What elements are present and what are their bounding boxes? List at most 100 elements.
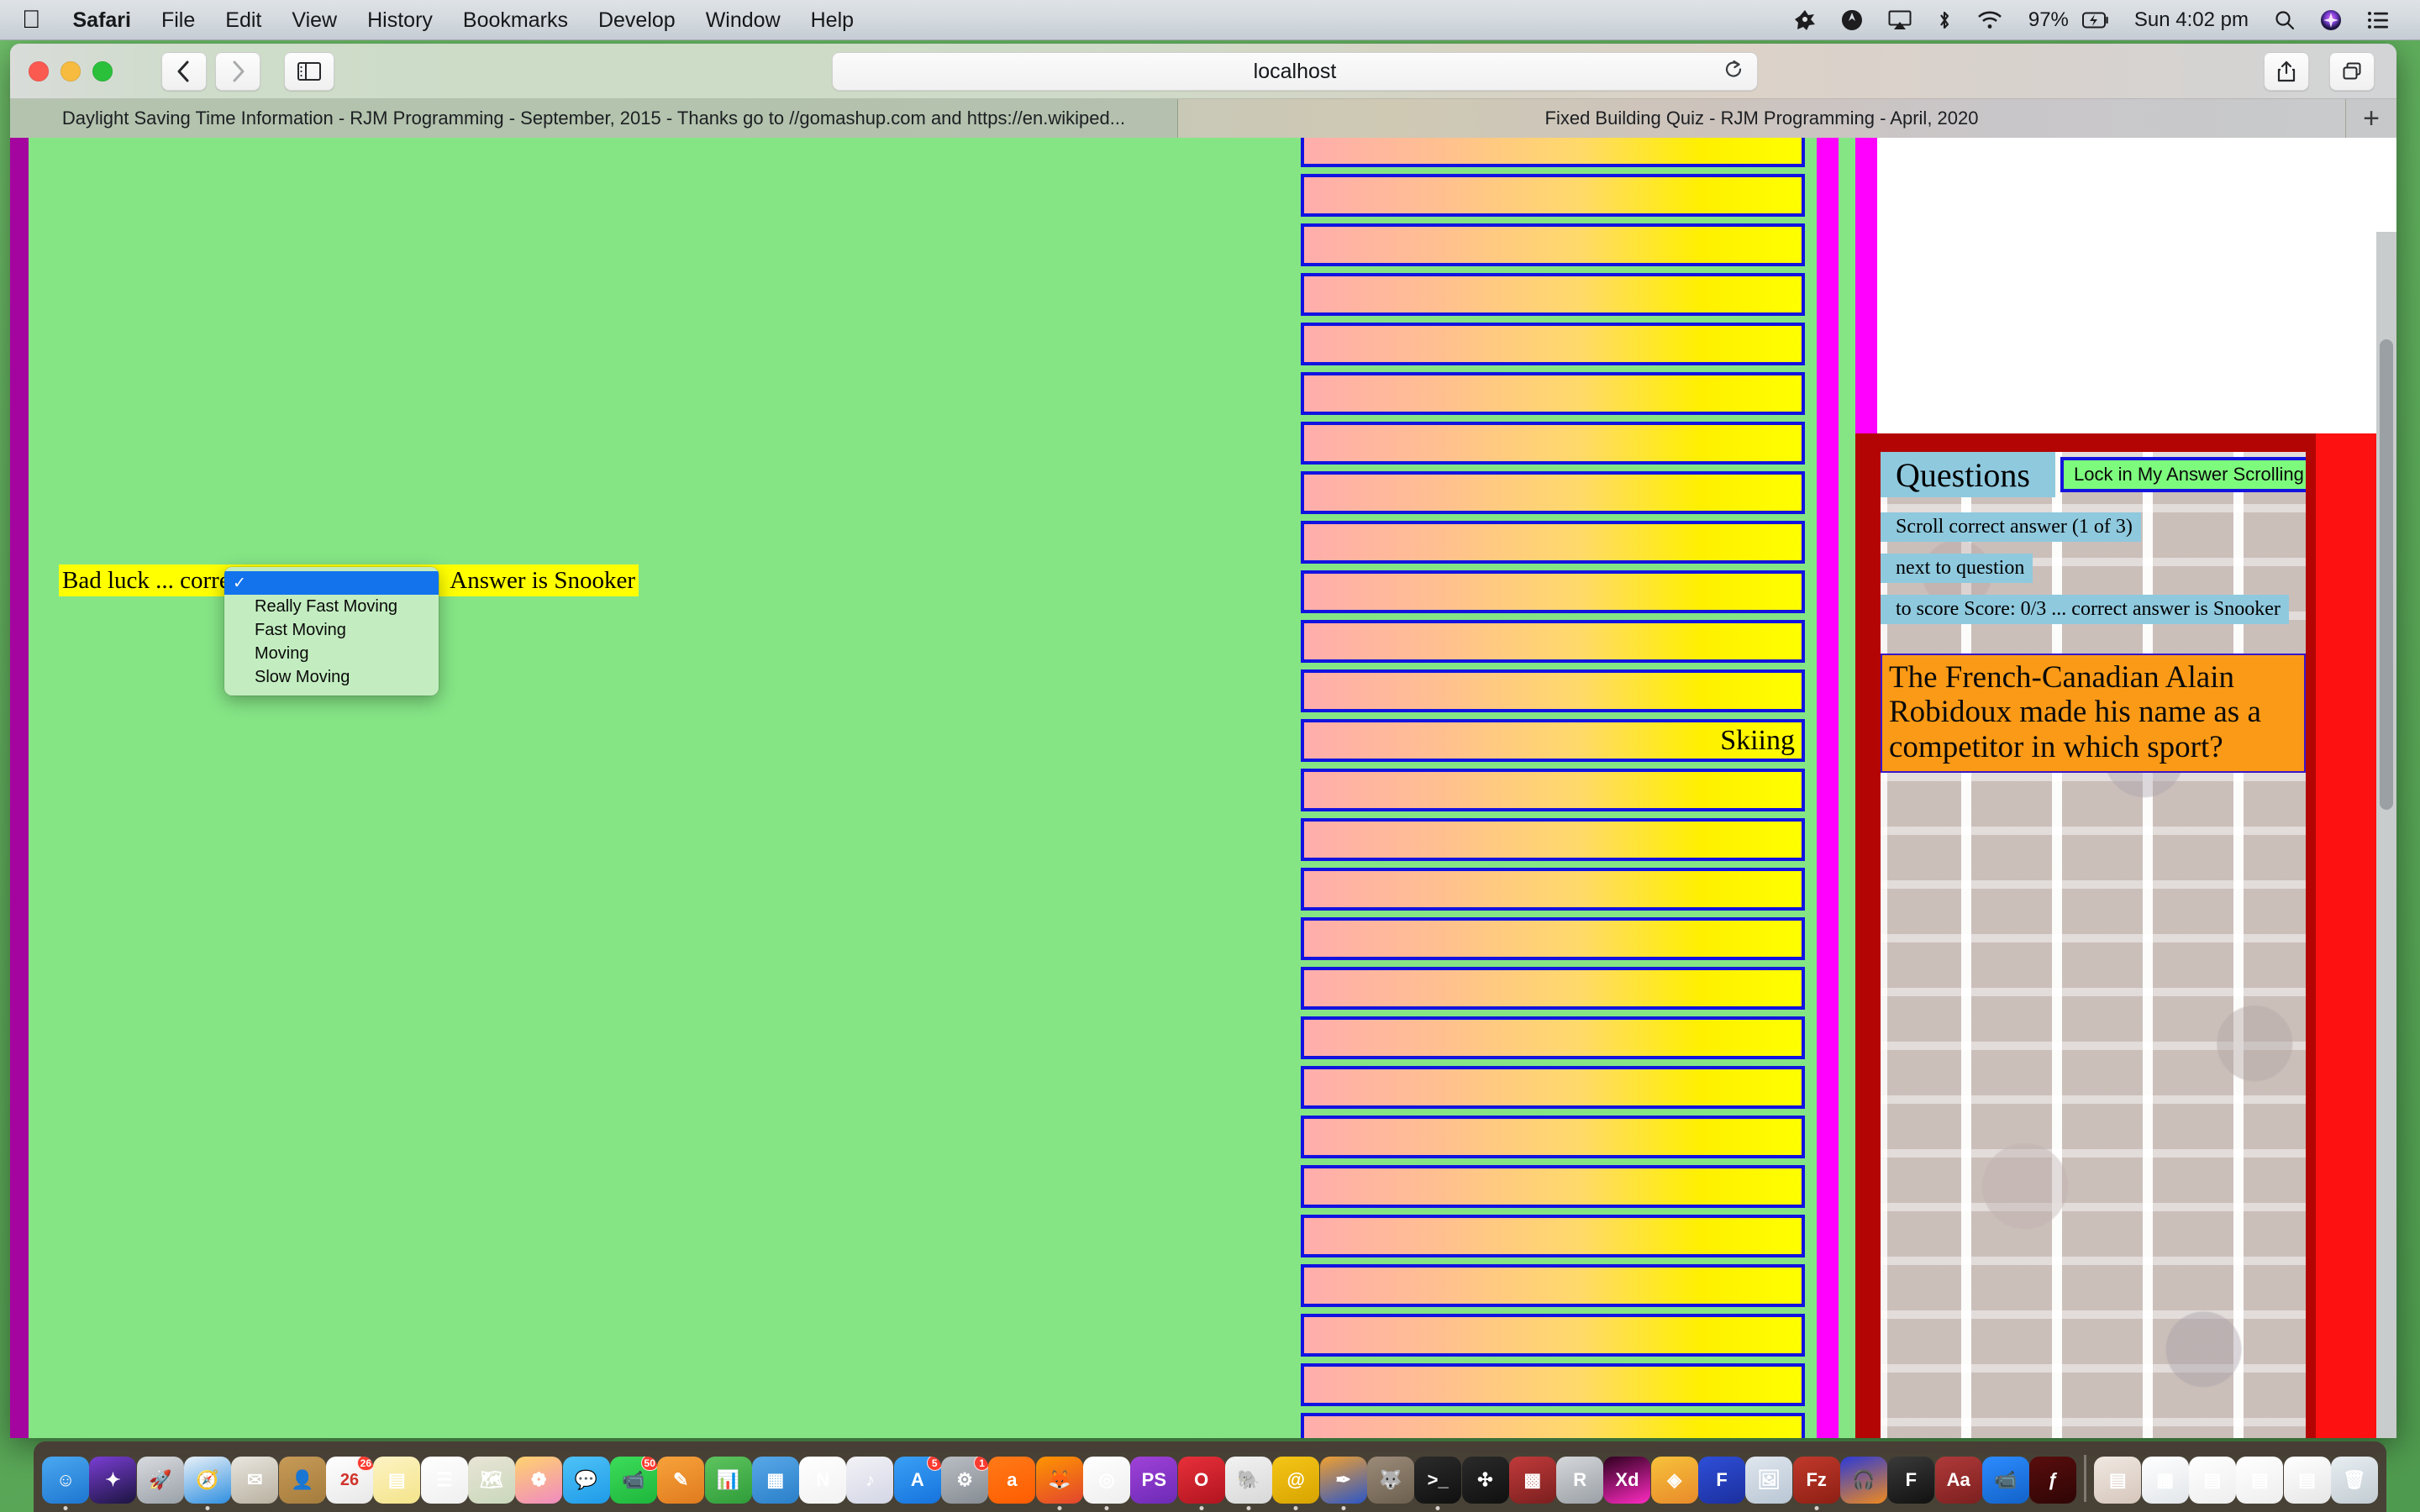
wifi-icon[interactable] bbox=[1965, 0, 2015, 40]
dock-item-reminders[interactable]: ☰ bbox=[420, 1452, 468, 1512]
answer-slot[interactable] bbox=[1301, 917, 1805, 960]
bluetooth-icon[interactable] bbox=[1924, 0, 1965, 40]
menu-item-develop[interactable]: Develop bbox=[583, 0, 691, 40]
dock-item-wolfram[interactable]: @ bbox=[1272, 1452, 1320, 1512]
dock-item-sketch[interactable]: ◈ bbox=[1650, 1452, 1698, 1512]
answer-slot[interactable] bbox=[1301, 620, 1805, 663]
control-center-icon[interactable] bbox=[2354, 0, 2402, 40]
back-button[interactable] bbox=[161, 52, 207, 91]
dock-item-filezilla[interactable]: Fz bbox=[1792, 1452, 1840, 1512]
airplay-icon[interactable] bbox=[1876, 0, 1924, 40]
answer-slot[interactable] bbox=[1301, 1066, 1805, 1109]
answer-slot[interactable] bbox=[1301, 372, 1805, 415]
dock-item-pages[interactable]: ✎ bbox=[657, 1452, 705, 1512]
dock-item-chrome-doc-2[interactable]: ▤ bbox=[2236, 1452, 2284, 1512]
dock-item-spreadsheet-doc[interactable]: ▦ bbox=[2141, 1452, 2189, 1512]
answer-slot[interactable] bbox=[1301, 138, 1805, 167]
dock-item-preview[interactable]: 🖼 bbox=[1745, 1452, 1793, 1512]
page-scrollbar-thumb[interactable] bbox=[2380, 339, 2393, 810]
dock-item-appstore[interactable]: A5 bbox=[893, 1452, 941, 1512]
dock-item-chrome[interactable]: ◎ bbox=[1083, 1452, 1131, 1512]
answer-slot[interactable] bbox=[1301, 1413, 1805, 1438]
dock-item-flash[interactable]: ƒ bbox=[2029, 1452, 2077, 1512]
dock-item-evernote[interactable]: 🐘 bbox=[1224, 1452, 1272, 1512]
popup-option-fast-moving[interactable]: Fast Moving bbox=[224, 618, 439, 642]
apple-logo-icon[interactable]:  bbox=[18, 2, 58, 39]
popup-option-blank[interactable]: ✓ bbox=[224, 571, 439, 595]
answer-slot[interactable]: Skiing bbox=[1301, 719, 1805, 762]
minimize-window-button[interactable] bbox=[60, 61, 81, 81]
answer-slot[interactable] bbox=[1301, 471, 1805, 514]
menu-item-safari[interactable]: Safari bbox=[58, 0, 146, 40]
menu-item-window[interactable]: Window bbox=[691, 0, 796, 40]
answer-slot[interactable] bbox=[1301, 174, 1805, 217]
dock-item-dictionary[interactable]: Aa bbox=[1934, 1452, 1982, 1512]
dock-item-editor-doc[interactable]: ▤ bbox=[2283, 1452, 2331, 1512]
share-button[interactable] bbox=[2264, 52, 2309, 91]
dock-item-contacts[interactable]: 👤 bbox=[278, 1452, 326, 1512]
dock-item-firefox[interactable]: 🦊 bbox=[1035, 1452, 1083, 1512]
dock-item-keynote[interactable]: ▦ bbox=[751, 1452, 799, 1512]
answer-slot[interactable] bbox=[1301, 1016, 1805, 1059]
maximize-window-button[interactable] bbox=[92, 61, 113, 81]
popup-option-really-fast-moving[interactable]: Really Fast Moving bbox=[224, 595, 439, 618]
menu-item-view[interactable]: View bbox=[276, 0, 352, 40]
dock-item-phpstorm[interactable]: PS bbox=[1130, 1452, 1178, 1512]
popup-option-slow-moving[interactable]: Slow Moving bbox=[224, 665, 439, 689]
dock-item-system-preferences[interactable]: ⚙ 1 bbox=[941, 1452, 989, 1512]
answer-slot[interactable] bbox=[1301, 868, 1805, 911]
dock-item-photos[interactable]: ❁ bbox=[515, 1452, 563, 1512]
dock-item-brick-doc[interactable]: ▤ bbox=[2094, 1452, 2142, 1512]
dock-item-sketchbook[interactable]: ✒ bbox=[1319, 1452, 1367, 1512]
dock-item-news[interactable]: N bbox=[799, 1452, 847, 1512]
battery-charging-icon[interactable] bbox=[2081, 0, 2121, 40]
dock-item-facetime[interactable]: 📹 50 bbox=[609, 1452, 657, 1512]
show-all-tabs-button[interactable] bbox=[2329, 52, 2375, 91]
dock-item-gimp[interactable]: 🐺 bbox=[1366, 1452, 1414, 1512]
tab-fixed-building-quiz[interactable]: Fixed Building Quiz - RJM Programming - … bbox=[1178, 99, 2346, 138]
page-scrollbar-track[interactable] bbox=[2376, 232, 2396, 1438]
lock-in-answer-button[interactable]: Lock in My Answer Scrolling bbox=[2060, 457, 2306, 492]
answer-slot[interactable] bbox=[1301, 967, 1805, 1010]
dock-item-messages[interactable]: 💬 bbox=[562, 1452, 610, 1512]
dock-item-figma[interactable]: F bbox=[1698, 1452, 1746, 1512]
menu-item-file[interactable]: File bbox=[146, 0, 210, 40]
dock-item-safari[interactable]: 🧭 bbox=[184, 1452, 232, 1512]
dock-item-avast[interactable]: a bbox=[988, 1452, 1036, 1512]
dock-item-audacity[interactable]: 🎧 bbox=[1840, 1452, 1888, 1512]
dock-item-itunes[interactable]: ♪ bbox=[846, 1452, 894, 1512]
new-tab-button[interactable]: + bbox=[2346, 99, 2396, 138]
dock-item-fontlab[interactable]: F bbox=[1887, 1452, 1935, 1512]
forward-button[interactable] bbox=[215, 52, 260, 91]
tab-daylight-saving[interactable]: Daylight Saving Time Information - RJM P… bbox=[10, 99, 1178, 138]
answer-slot[interactable] bbox=[1301, 521, 1805, 564]
answer-slot[interactable] bbox=[1301, 422, 1805, 465]
siri-icon[interactable] bbox=[2307, 0, 2354, 40]
answer-slot[interactable] bbox=[1301, 223, 1805, 266]
answer-scroller-frame[interactable]: Skiing bbox=[1301, 138, 1855, 1438]
dock-item-adobe-xd[interactable]: Xd bbox=[1603, 1452, 1651, 1512]
dock-item-inkscape[interactable]: ✣ bbox=[1461, 1452, 1509, 1512]
dock-item-mail[interactable]: ✉ bbox=[231, 1452, 279, 1512]
dock-item-notes[interactable]: ▤ bbox=[373, 1452, 421, 1512]
answer-slot[interactable] bbox=[1301, 323, 1805, 365]
dock-item-numbers[interactable]: 📊 bbox=[704, 1452, 752, 1512]
answer-slot[interactable] bbox=[1301, 273, 1805, 316]
speed-select-popup[interactable]: ✓ Really Fast Moving Fast Moving Moving bbox=[224, 567, 439, 696]
dock-item-launchpad[interactable]: 🚀 bbox=[136, 1452, 184, 1512]
answer-slot[interactable] bbox=[1301, 570, 1805, 613]
dock-item-rstudio[interactable]: R bbox=[1556, 1452, 1604, 1512]
search-icon[interactable] bbox=[2262, 0, 2307, 40]
dock-item-finder[interactable]: ☺ bbox=[42, 1452, 90, 1512]
menu-bar-clock[interactable]: Sun 4:02 pm bbox=[2121, 8, 2262, 32]
avast-menu-icon[interactable] bbox=[1781, 0, 1828, 40]
answer-slot[interactable] bbox=[1301, 769, 1805, 811]
answer-slot[interactable] bbox=[1301, 1363, 1805, 1406]
dock-item-chrome-doc-1[interactable]: ▤ bbox=[2188, 1452, 2236, 1512]
sidebar-toggle-button[interactable] bbox=[284, 52, 334, 91]
menu-item-history[interactable]: History bbox=[352, 0, 448, 40]
answer-slot[interactable] bbox=[1301, 1165, 1805, 1208]
dock-item-opera[interactable]: O bbox=[1177, 1452, 1225, 1512]
answer-slot-list[interactable]: Skiing bbox=[1301, 138, 1805, 1438]
answer-slot[interactable] bbox=[1301, 1264, 1805, 1307]
